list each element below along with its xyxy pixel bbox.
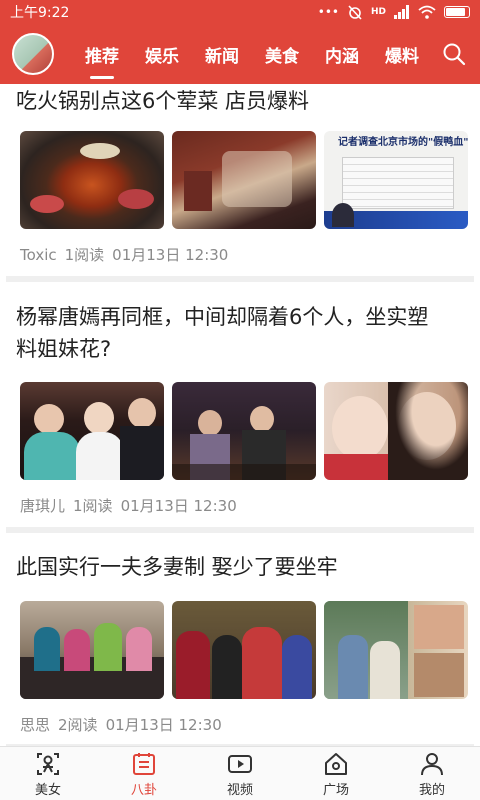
article-author: 唐琪儿	[20, 497, 66, 515]
tab-exposure[interactable]: 爆料	[372, 36, 432, 73]
beauty-icon	[37, 752, 59, 775]
article-reads: 2阅读	[58, 716, 98, 734]
tab-recommend[interactable]: 推荐	[72, 36, 132, 79]
thumbnail-image[interactable]	[324, 601, 468, 699]
article-date: 01月13日 12:30	[120, 497, 237, 515]
article-author: 思思	[20, 716, 51, 734]
thumbnail-image[interactable]	[324, 382, 468, 480]
bottom-nav-profile[interactable]: 我的	[384, 747, 480, 800]
thumbnail-image[interactable]	[20, 131, 164, 229]
tab-news[interactable]: 新闻	[192, 36, 252, 73]
thumbnail-image[interactable]: 记者调查北京市场的"假鸭血"	[324, 131, 468, 229]
divider	[6, 527, 474, 533]
article-title[interactable]: 此国实行一夫多妻制 娶少了要坐牢	[0, 551, 354, 583]
thumbnail-image[interactable]	[20, 601, 164, 699]
bottom-nav-beauty[interactable]: 美女	[0, 747, 96, 800]
divider	[6, 276, 474, 282]
tab-food[interactable]: 美食	[252, 36, 312, 73]
bottom-nav-label: 视频	[226, 782, 253, 798]
bottom-nav-label: 广场	[322, 782, 349, 798]
bottom-nav-label: 八卦	[130, 782, 157, 798]
article-date: 01月13日 12:30	[112, 246, 229, 264]
bottom-nav-label: 我的	[418, 782, 445, 798]
top-nav: 推荐 娱乐 新闻 美食 内涵 爆料	[0, 24, 480, 84]
tab-humor[interactable]: 内涵	[312, 36, 372, 73]
wifi-icon	[418, 5, 436, 19]
hd-badge: HD	[370, 7, 386, 17]
tab-entertainment[interactable]: 娱乐	[132, 36, 192, 73]
news-feed: 吃火锅别点这6个荤菜 店员爆料 记者调查北京市场的"假鸭血" Toxic 1阅读 0…	[0, 84, 480, 746]
plaza-icon	[325, 752, 347, 775]
thumbnail-image[interactable]	[20, 382, 164, 480]
gossip-icon	[133, 752, 155, 775]
thumbnail-image[interactable]	[172, 382, 316, 480]
article-date: 01月13日 12:30	[105, 716, 222, 734]
bottom-nav: 美女 八卦 视频 广场 我的	[0, 746, 480, 800]
article-meta: Toxic 1阅读 01月13日 12:30	[20, 244, 236, 265]
thumbnail-image[interactable]	[172, 601, 316, 699]
article-thumbnails	[20, 601, 468, 699]
bottom-nav-plaza[interactable]: 广场	[288, 747, 384, 800]
article-reads: 1阅读	[73, 497, 113, 515]
avatar[interactable]	[12, 33, 54, 75]
bottom-nav-video[interactable]: 视频	[192, 747, 288, 800]
article-title[interactable]: 吃火锅别点这6个荤菜 店员爆料	[0, 85, 325, 117]
article-thumbnails: 记者调查北京市场的"假鸭血"	[20, 131, 468, 229]
article-thumbnails	[20, 382, 468, 480]
bottom-nav-gossip[interactable]: 八卦	[96, 747, 192, 800]
more-dots-icon: •••	[317, 5, 339, 19]
article-author: Toxic	[20, 246, 57, 264]
article-meta: 唐琪儿 1阅读 01月13日 12:30	[20, 495, 245, 516]
status-bar: 上午9:22 ••• HD	[0, 0, 480, 24]
search-icon[interactable]	[442, 42, 466, 66]
category-tabs: 推荐 娱乐 新闻 美食 内涵 爆料	[72, 36, 432, 79]
bottom-nav-label: 美女	[34, 782, 61, 798]
signal-icon	[394, 5, 409, 19]
profile-icon	[421, 752, 443, 775]
article-reads: 1阅读	[64, 246, 105, 264]
battery-icon	[444, 6, 470, 18]
article-meta: 思思 2阅读 01月13日 12:30	[20, 714, 230, 735]
status-icons: ••• HD	[318, 4, 470, 20]
video-icon	[228, 754, 252, 773]
status-time: 上午9:22	[10, 5, 70, 21]
thumbnail-caption: 记者调查北京市场的"假鸭血"	[338, 137, 468, 148]
article-title[interactable]: 杨幂唐嫣再同框，中间却隔着6个人，坐实塑料姐妹花?	[0, 301, 460, 365]
thumbnail-image[interactable]	[172, 131, 316, 229]
alarm-off-icon	[348, 5, 362, 20]
